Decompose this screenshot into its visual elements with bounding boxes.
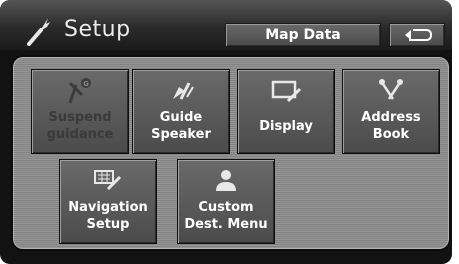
tile-label-line1: Guide — [159, 110, 203, 125]
display-button[interactable]: Display — [237, 69, 335, 154]
title-bar: Setup Map Data — [0, 0, 452, 50]
guide-speaker-button[interactable]: Guide Speaker — [132, 69, 230, 154]
tile-label-line1: Suspend — [48, 110, 112, 125]
tile-label-line2: Dest. Menu — [184, 217, 268, 232]
person-icon — [178, 167, 274, 195]
tile-label-line2: Speaker — [151, 127, 211, 142]
wrench-icon — [26, 16, 52, 46]
navigation-map-icon — [60, 167, 156, 195]
svg-text:G: G — [83, 80, 89, 88]
tile-label-line1: Display — [259, 119, 313, 134]
speaker-icon — [133, 77, 229, 105]
suspend-guidance-button[interactable]: G Suspend guidance — [31, 69, 129, 154]
tile-label-line1: Navigation — [68, 200, 148, 215]
back-button[interactable] — [389, 23, 445, 47]
map-data-button[interactable]: Map Data — [225, 23, 381, 47]
tile-label-line2: Book — [372, 127, 410, 142]
tile-label-line1: Address — [361, 110, 421, 125]
suspend-guidance-icon: G — [32, 77, 128, 105]
navigation-setup-button[interactable]: Navigation Setup — [59, 159, 157, 244]
setup-menu-panel: G Suspend guidance Guide Speaker Display… — [11, 55, 451, 251]
tile-label-line1: Custom — [198, 200, 254, 215]
page-title: Setup — [64, 17, 131, 42]
setup-screen: Setup Map Data G Suspend guidance Guide … — [0, 0, 452, 264]
tile-label-line2: guidance — [46, 127, 114, 142]
display-monitor-icon — [238, 77, 334, 105]
pushpin-icon — [343, 77, 439, 105]
custom-dest-menu-button[interactable]: Custom Dest. Menu — [177, 159, 275, 244]
address-book-button[interactable]: Address Book — [342, 69, 440, 154]
tile-label-line2: Setup — [86, 217, 130, 232]
